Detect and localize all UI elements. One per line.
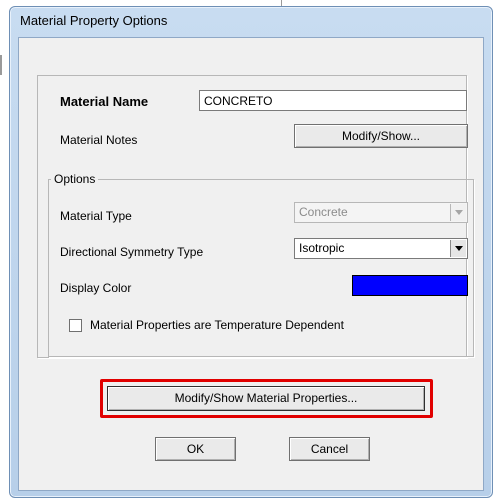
display-color-swatch[interactable] <box>352 275 468 296</box>
material-type-value: Concrete <box>299 205 348 219</box>
symmetry-type-select[interactable]: Isotropic <box>294 238 468 259</box>
material-notes-button-label: Modify/Show... <box>341 129 421 143</box>
material-name-label: Material Name <box>60 94 149 109</box>
display-color-label: Display Color <box>60 281 132 295</box>
screenshot-stage: Material Property Options Material Name … <box>0 0 500 504</box>
temperature-dependent-checkbox[interactable] <box>69 319 82 332</box>
material-notes-button[interactable]: Modify/Show... <box>294 124 468 148</box>
ok-button[interactable]: OK <box>155 437 236 461</box>
dialog-title: Material Property Options <box>20 13 168 28</box>
material-type-select[interactable]: Concrete <box>294 202 468 223</box>
cancel-button[interactable]: Cancel <box>289 437 370 461</box>
chevron-down-icon <box>450 204 466 221</box>
symmetry-type-value: Isotropic <box>299 241 345 255</box>
dialog-window: Material Property Options Material Name … <box>9 6 493 498</box>
dialog-client-area: Material Name Material Notes Modify/Show… <box>18 37 484 491</box>
modify-material-properties-button[interactable]: Modify/Show Material Properties... <box>107 386 425 411</box>
ok-button-label: OK <box>186 442 205 456</box>
modify-material-properties-label: Modify/Show Material Properties... <box>174 391 358 405</box>
material-name-input[interactable] <box>199 90 467 111</box>
background-edge <box>0 55 2 75</box>
options-group-title: Options <box>51 172 99 186</box>
material-notes-label: Material Notes <box>60 133 138 147</box>
temperature-dependent-label: Material Properties are Temperature Depe… <box>90 318 344 332</box>
symmetry-type-label: Directional Symmetry Type <box>60 245 204 259</box>
material-type-label: Material Type <box>60 209 132 223</box>
chevron-down-icon <box>450 240 466 257</box>
cancel-button-label: Cancel <box>310 442 349 456</box>
